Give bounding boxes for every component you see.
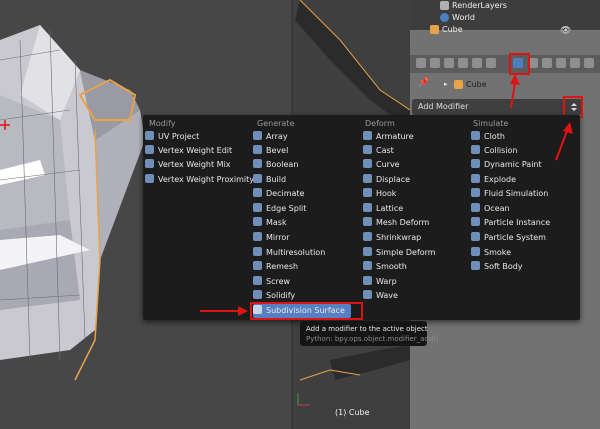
arrow-to-dropdown-icon <box>555 122 573 161</box>
arrow-to-modifiers-tab-icon <box>510 74 520 109</box>
viewport-status: (1) Cube <box>300 408 410 422</box>
annotation-arrows <box>200 74 573 316</box>
viewport-object-label: (1) Cube <box>335 408 370 417</box>
arrow-to-subdivision-icon <box>200 306 248 316</box>
